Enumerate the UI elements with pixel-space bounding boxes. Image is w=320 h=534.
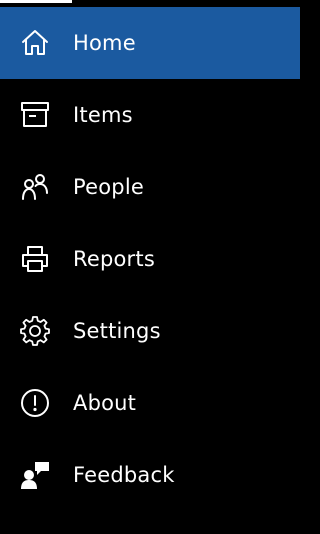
gear-icon [20, 316, 50, 346]
nav-item-feedback[interactable]: Feedback [0, 439, 300, 511]
nav-item-label: Reports [73, 247, 155, 271]
nav-item-label: About [73, 391, 137, 415]
nav-item-people[interactable]: People [0, 151, 300, 223]
nav-item-reports[interactable]: Reports [0, 223, 300, 295]
nav-item-settings[interactable]: Settings [0, 295, 300, 367]
nav-item-label: Settings [73, 319, 161, 343]
nav-item-label: Home [73, 31, 136, 55]
info-exclamation-icon [20, 388, 50, 418]
nav-item-label: Items [73, 103, 133, 127]
nav-list: Home Items People Reports Settings About… [0, 3, 300, 511]
nav-item-home[interactable]: Home [0, 7, 300, 79]
printer-icon [20, 244, 50, 274]
people-icon [20, 172, 50, 202]
nav-item-about[interactable]: About [0, 367, 300, 439]
nav-item-label: People [73, 175, 144, 199]
nav-item-label: Feedback [73, 463, 175, 487]
archive-box-icon [20, 100, 50, 130]
navigation-pane: Home Items People Reports Settings About… [0, 0, 300, 534]
feedback-icon [20, 460, 50, 490]
home-icon [20, 28, 50, 58]
nav-item-items[interactable]: Items [0, 79, 300, 151]
